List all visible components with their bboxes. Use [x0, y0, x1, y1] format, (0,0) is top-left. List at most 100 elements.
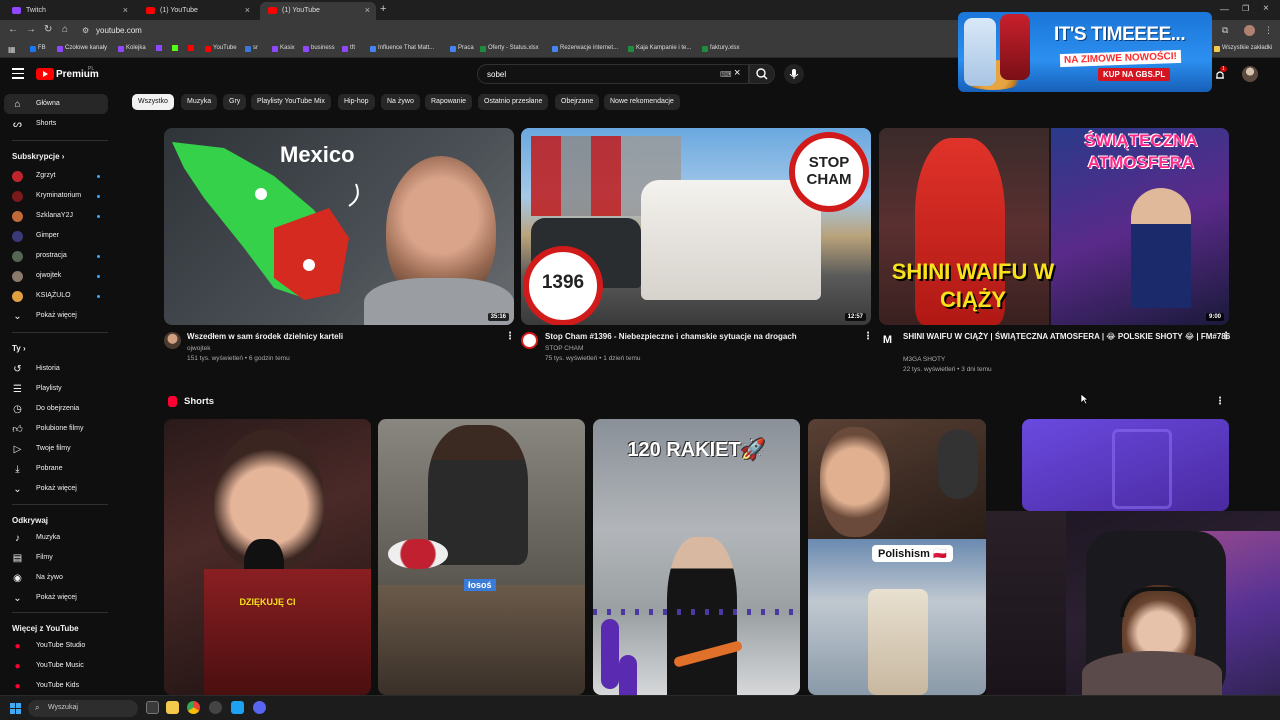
new-tab-icon[interactable]: +	[380, 3, 386, 15]
bookmark[interactable]: Czołowe kanały	[57, 45, 107, 52]
sidebar-item-subscription[interactable]: SzklanaY2J	[4, 206, 108, 226]
sidebar-item-subscription[interactable]: Zgrzyt	[4, 166, 108, 186]
file-explorer-icon[interactable]	[166, 701, 179, 714]
bookmark[interactable]: Kaja Kampanie i te...	[628, 45, 691, 52]
account-avatar[interactable]	[1242, 66, 1258, 82]
bookmark[interactable]: FB	[30, 45, 46, 52]
channel-name[interactable]: ojwojtek	[187, 345, 210, 352]
hamburger-menu-icon[interactable]	[12, 68, 24, 79]
reload-icon[interactable]: ↻	[44, 24, 52, 35]
browser-menu-icon[interactable]: ⋮	[1264, 25, 1273, 36]
chip[interactable]: Playlisty YouTube Mix	[251, 94, 331, 110]
sidebar-item-subscription[interactable]: Gimper	[4, 226, 108, 246]
browser-tab-twitch[interactable]: Twitch ×	[4, 2, 134, 20]
sidebar-item-playlists[interactable]: ☰ Playlisty	[4, 379, 108, 399]
sidebar-item-music[interactable]: ♪ Muzyka	[4, 528, 108, 548]
sidebar-item-shorts[interactable]: ᔕ Shorts	[4, 114, 108, 134]
sidebar-item-live[interactable]: ◉ Na żywo	[4, 568, 108, 588]
short-card[interactable]	[1022, 419, 1229, 511]
chip[interactable]: Na żywo	[381, 94, 420, 110]
short-card[interactable]: łosoś	[378, 419, 585, 695]
advertisement-banner[interactable]: IT'S TIMEEEE... NA ZIMOWE NOWOŚCI! KUP N…	[958, 12, 1212, 92]
sidebar-item-subscription[interactable]: ojwojtek	[4, 266, 108, 286]
subscriptions-show-more[interactable]: ⌄ Pokaż więcej	[4, 306, 108, 326]
video-title[interactable]: Stop Cham #1396 - Niebezpieczne i chamsk…	[545, 332, 797, 341]
obs-icon[interactable]	[209, 701, 222, 714]
video-title[interactable]: Wszedłem w sam środek dzielnicy karteli	[187, 332, 343, 341]
more-options-icon[interactable]: ⋮	[863, 331, 873, 342]
browser-tab-youtube-2[interactable]: (1) YouTube ×	[260, 2, 376, 20]
maximize-icon[interactable]: ❐	[1242, 4, 1249, 13]
all-bookmarks[interactable]: Wszystkie zakładki	[1214, 45, 1272, 52]
sidebar-item-home[interactable]: ⌂ Główna	[4, 94, 108, 114]
bookmark-icon[interactable]	[188, 45, 194, 51]
sidebar-item-subscription[interactable]: KSIĄŻULO	[4, 286, 108, 306]
you-heading[interactable]: Ty ›	[12, 344, 26, 353]
bookmark[interactable]: Influence That Matt...	[370, 45, 434, 52]
bookmark[interactable]: tft	[342, 45, 355, 52]
subscriptions-heading[interactable]: Subskrypcje ›	[12, 152, 64, 161]
channel-avatar[interactable]	[164, 332, 181, 349]
windows-start-icon[interactable]	[10, 703, 21, 714]
close-icon[interactable]: ×	[123, 5, 128, 15]
back-icon[interactable]: ←	[8, 24, 18, 35]
more-options-icon[interactable]: ⋮	[1221, 331, 1231, 342]
chip[interactable]: Obejrzane	[555, 94, 600, 110]
chip[interactable]: Gry	[223, 94, 247, 110]
sidebar-item-your-videos[interactable]: ▷ Twoje filmy	[4, 439, 108, 459]
chip[interactable]: Nowe rekomendacje	[604, 94, 680, 110]
bookmark[interactable]: business	[303, 45, 335, 52]
shorts-more-options-icon[interactable]: ⋮	[1215, 396, 1225, 407]
bookmark[interactable]: Kolejka	[118, 45, 146, 52]
channel-name[interactable]: STOP CHAM	[545, 345, 583, 352]
taskbar-search[interactable]: ⌕ Wyszukaj	[28, 700, 138, 717]
sidebar-item-history[interactable]: ↺ Historia	[4, 359, 108, 379]
video-thumbnail[interactable]: STOP CHAM 1396 12:57	[521, 128, 871, 325]
browser-tab-youtube-1[interactable]: (1) YouTube ×	[138, 2, 256, 20]
close-icon[interactable]: ×	[245, 5, 250, 15]
close-window-icon[interactable]: ×	[1263, 3, 1269, 14]
bookmark[interactable]: Kasix	[272, 45, 295, 52]
bookmark[interactable]: YouTube	[205, 45, 237, 52]
sidebar-item-liked[interactable]: 👍︎ Polubione filmy	[4, 419, 108, 439]
sidebar-item-subscription[interactable]: Kryminatorium	[4, 186, 108, 206]
video-thumbnail[interactable]: ŚWIĄTECZNA ATMOSFERA SHINI WAIFU W CIĄŻY…	[879, 128, 1229, 325]
youtube-logo-icon[interactable]	[36, 68, 54, 80]
profile-icon[interactable]	[1244, 25, 1255, 36]
sidebar-item-films[interactable]: ▤ Filmy	[4, 548, 108, 568]
bookmark[interactable]: faktury.xlsx	[702, 45, 740, 52]
sidebar-item-youtube-studio[interactable]: ● YouTube Studio	[4, 636, 108, 656]
sidebar-item-subscription[interactable]: prostracja	[4, 246, 108, 266]
forward-icon[interactable]: →	[26, 24, 36, 35]
clear-search-icon[interactable]: ×	[734, 67, 740, 79]
app-icon[interactable]	[231, 701, 244, 714]
video-title[interactable]: SHINI WAIFU W CIĄŻY | ŚWIĄTECZNA ATMOSFE…	[903, 332, 1230, 341]
keyboard-icon[interactable]: ⌨	[720, 70, 732, 79]
discord-icon[interactable]	[253, 701, 266, 714]
ad-cta-button[interactable]: KUP NA GBS.PL	[1098, 68, 1171, 81]
chip[interactable]: Rapowanie	[425, 94, 473, 110]
sidebar-item-youtube-music[interactable]: ● YouTube Music	[4, 656, 108, 676]
sidebar-item-youtube-kids[interactable]: ● YouTube Kids	[4, 676, 108, 696]
sidebar-item-watch-later[interactable]: ◷ Do obejrzenia	[4, 399, 108, 419]
sidebar-item-downloads[interactable]: ⤓ Pobrane	[4, 459, 108, 479]
explore-show-more[interactable]: ⌄ Pokaż więcej	[4, 588, 108, 608]
chip[interactable]: Hip-hop	[338, 94, 375, 110]
you-show-more[interactable]: ⌄ Pokaż więcej	[4, 479, 108, 499]
search-button[interactable]	[749, 64, 775, 84]
chip-all[interactable]: Wszystko	[132, 94, 174, 110]
bookmark[interactable]: Rezerwacje internet...	[552, 45, 618, 52]
short-card[interactable]: DZIĘKUJĘ CI	[164, 419, 371, 695]
chip[interactable]: Ostatnio przesłane	[478, 94, 549, 110]
bookmark[interactable]: sr	[245, 45, 258, 52]
minimize-icon[interactable]: —	[1220, 4, 1229, 14]
chrome-icon[interactable]	[187, 701, 200, 714]
chip[interactable]: Muzyka	[181, 94, 218, 110]
channel-avatar[interactable]: M	[879, 332, 896, 349]
bookmark-icon[interactable]	[156, 45, 162, 51]
close-icon[interactable]: ×	[365, 5, 370, 15]
bookmark[interactable]: Praca	[450, 45, 474, 52]
home-browser-icon[interactable]: ⌂	[62, 24, 68, 35]
search-input[interactable]: sobel ⌨ ×	[477, 64, 749, 84]
url-field[interactable]: youtube.com	[96, 26, 142, 35]
